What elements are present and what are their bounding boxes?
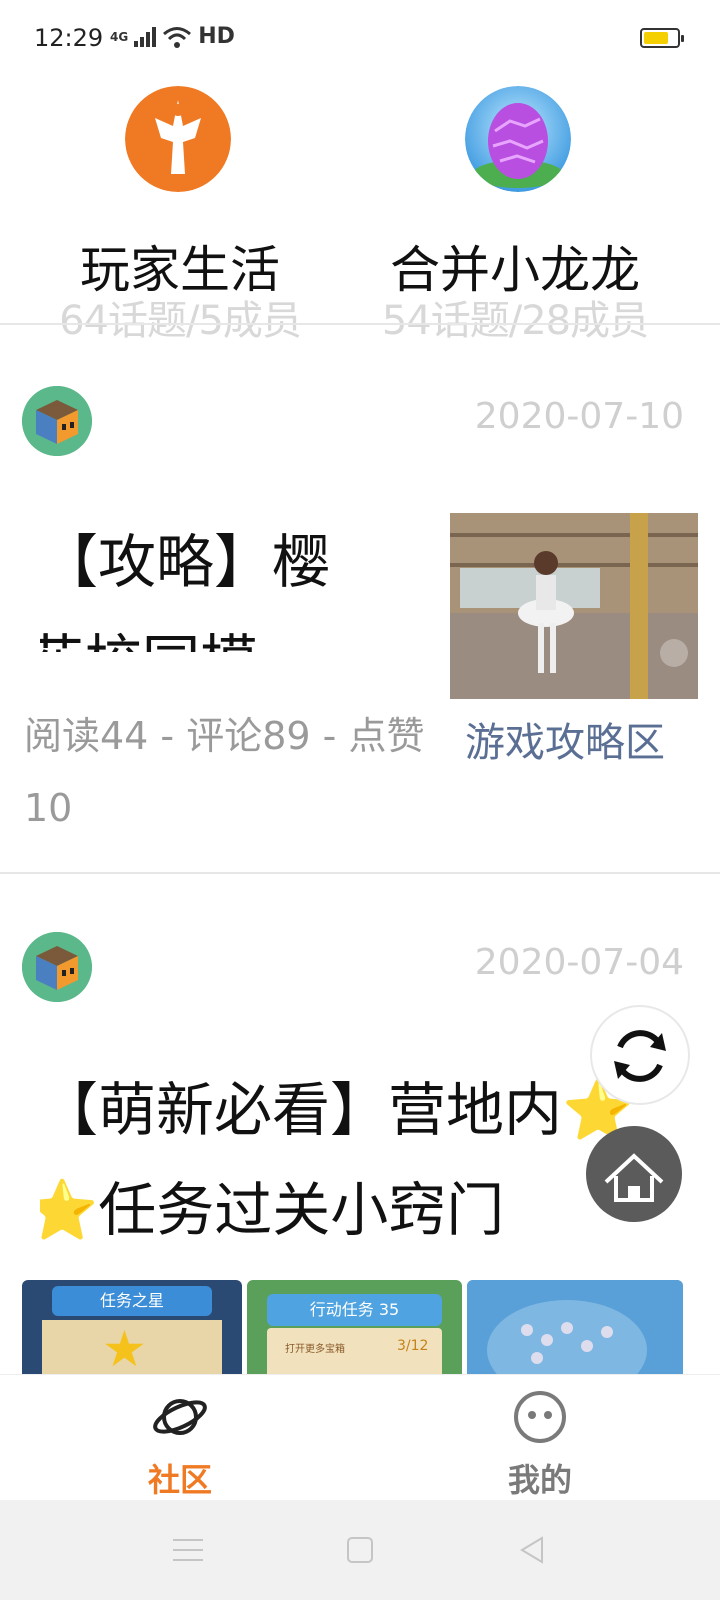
game-map-image <box>467 1280 683 1374</box>
avatar[interactable] <box>22 932 92 1002</box>
thumb-label: 打开更多宝箱 <box>285 1344 345 1355</box>
post-image[interactable]: 任务之星 ★ <box>22 1280 242 1374</box>
status-time: 12:29 <box>34 24 104 52</box>
avatar[interactable] <box>22 386 92 456</box>
battery-level <box>644 32 668 44</box>
category-link[interactable]: 游戏攻略区 <box>465 710 665 768</box>
group-list: 玩家生活 64话题/5成员 合并小龙龙 54话题/28成员 <box>0 80 720 344</box>
tab-mine[interactable]: 我的 <box>440 1375 640 1501</box>
cube-avatar-icon <box>22 386 92 456</box>
post-stats: 阅读44 - 评论89 - 点赞10 <box>24 714 425 830</box>
group-meta: 54话题/28成员 <box>381 298 649 344</box>
bottom-nav: 社区 我的 <box>0 1374 720 1501</box>
thumb-label: 任务之星 <box>52 1286 212 1316</box>
battery-icon <box>640 28 684 48</box>
post-title[interactable]: 【攻略】樱 花校园模… <box>40 512 440 652</box>
menu-icon[interactable] <box>138 1500 238 1600</box>
post-title-line: 花校园模… <box>40 612 440 652</box>
group-meta: 64话题/5成员 <box>59 298 302 344</box>
tab-community[interactable]: 社区 <box>80 1375 280 1501</box>
post-date: 2020-07-04 <box>474 942 684 983</box>
post-thumbnail[interactable] <box>450 513 698 699</box>
star-icon: ★ <box>102 1320 147 1374</box>
post-date: 2020-07-10 <box>474 396 684 437</box>
thumb-label: 3/12 <box>397 1338 429 1354</box>
tab-label: 我的 <box>507 1461 572 1499</box>
thumb-label: 行动任务 35 <box>267 1294 442 1326</box>
system-nav-bar <box>0 1500 720 1600</box>
post-title-line: 【攻略】樱 <box>40 528 331 596</box>
sword-logo-icon <box>125 86 231 192</box>
post-title-line: 【萌新必看】营地内⭐ <box>40 1076 635 1144</box>
cube-avatar-icon <box>22 932 92 1002</box>
tab-label: 社区 <box>147 1461 212 1499</box>
divider <box>0 323 720 325</box>
status-bar: 12:29 4G HD <box>0 0 720 70</box>
smiley-face-icon <box>514 1391 566 1443</box>
dragon-egg-icon <box>465 86 571 192</box>
post-image-grid: 任务之星 ★ 行动任务 35 打开更多宝箱 3/12 <box>22 1280 698 1374</box>
post-title-line: ⭐任务过关小窍门 <box>40 1176 505 1244</box>
divider <box>0 872 720 874</box>
home-square-icon[interactable] <box>310 1500 410 1600</box>
post-image[interactable]: 行动任务 35 打开更多宝箱 3/12 <box>247 1280 462 1374</box>
post-title[interactable]: 【萌新必看】营地内⭐ ⭐任务过关小窍门 <box>40 1060 680 1260</box>
planet-icon <box>153 1399 207 1435</box>
back-triangle-icon[interactable] <box>482 1500 582 1600</box>
refresh-icon <box>614 1030 666 1082</box>
signal-icon <box>134 26 157 47</box>
wifi-icon <box>163 26 192 48</box>
post-image[interactable] <box>467 1280 683 1374</box>
hd-label: HD <box>198 24 235 49</box>
refresh-button[interactable] <box>590 1005 690 1105</box>
home-icon <box>604 1153 664 1202</box>
back-to-top-button[interactable] <box>586 1126 682 1222</box>
network-type: 4G <box>110 29 129 44</box>
status-icons: 4G HD <box>110 24 235 49</box>
